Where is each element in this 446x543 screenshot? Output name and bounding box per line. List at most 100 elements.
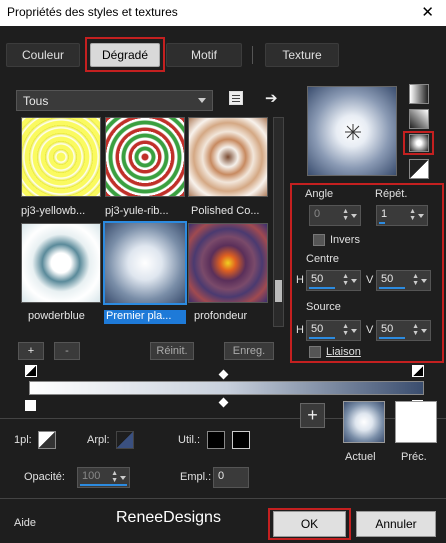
center-crosshair-icon xyxy=(345,124,361,140)
style-rectangular-icon[interactable] xyxy=(409,109,429,129)
footer-divider xyxy=(0,498,446,499)
cancel-button[interactable]: Annuler xyxy=(356,511,436,537)
category-selected: Tous xyxy=(23,94,49,108)
center-h-level-bar xyxy=(309,287,335,289)
midpoint-top-icon[interactable] xyxy=(218,369,229,380)
chevron-down-icon[interactable] xyxy=(351,214,357,218)
midpoint-bottom-icon[interactable] xyxy=(218,397,229,408)
thumbnail-scrollbar[interactable] xyxy=(273,117,284,327)
add-stop-button[interactable]: + xyxy=(18,342,44,360)
spin-arrows-icon[interactable]: ▲ ▼ xyxy=(342,208,349,222)
gradient-thumb-yule[interactable] xyxy=(105,117,185,197)
watermark-text: ReneeDesigns xyxy=(116,509,221,526)
chevron-down-icon[interactable] xyxy=(418,214,424,218)
start-stop-marker-icon[interactable] xyxy=(25,365,37,377)
source-v-label: V xyxy=(366,324,374,336)
style-sunburst-icon[interactable] xyxy=(409,159,429,179)
chevron-down-icon[interactable] xyxy=(421,279,427,283)
gradient-thumb-premier[interactable] xyxy=(105,223,185,303)
plus-label: 1pl: xyxy=(14,434,32,446)
center-v-level-bar xyxy=(379,287,405,289)
source-h-spinner[interactable]: 50 ▲ ▼ xyxy=(306,320,361,341)
source-v-spinner[interactable]: 50 ▲ ▼ xyxy=(376,320,431,341)
invert-label: Invers xyxy=(330,234,360,246)
remove-stop-button[interactable]: - xyxy=(54,342,80,360)
empl-field[interactable]: 0 xyxy=(213,467,249,488)
foreground-style-icon[interactable] xyxy=(38,431,56,449)
opacity-spinner[interactable]: 100 ▲ ▼ xyxy=(77,467,130,488)
spin-arrows-icon[interactable]: ▲ ▼ xyxy=(412,323,419,337)
help-link[interactable]: Aide xyxy=(14,517,36,529)
ok-button[interactable]: OK xyxy=(273,511,346,537)
chevron-down-icon[interactable] xyxy=(351,329,357,333)
scrollbar-thumb[interactable] xyxy=(275,280,282,302)
chevron-down-icon[interactable] xyxy=(421,329,427,333)
angle-label: Angle xyxy=(305,188,334,200)
link-label: Liaison xyxy=(326,346,361,358)
thumb-label: pj3-yellowb... xyxy=(21,205,86,217)
category-dropdown[interactable]: Tous xyxy=(16,90,213,111)
source-v-level-bar xyxy=(379,337,405,339)
spin-arrows-icon[interactable]: ▲ ▼ xyxy=(342,273,349,287)
title-bar: Propriétés des styles et textures ✕ xyxy=(0,0,446,26)
thumb-label: profondeur xyxy=(194,310,248,322)
opacity-level-bar xyxy=(80,484,127,486)
save-button[interactable]: Enreg. xyxy=(224,342,274,360)
util-label: Util.: xyxy=(178,434,200,446)
thumb-label-selected: Premier pla... xyxy=(104,310,186,324)
close-icon[interactable]: ✕ xyxy=(421,3,434,21)
start-color-stop-icon[interactable] xyxy=(25,400,36,411)
spin-arrows-icon[interactable]: ▲ ▼ xyxy=(342,323,349,337)
util-color-second-icon[interactable] xyxy=(232,431,250,449)
add-swatch-button[interactable]: + xyxy=(300,403,325,428)
window-title: Propriétés des styles et textures xyxy=(7,5,178,19)
reset-button[interactable]: Réinit. xyxy=(150,342,194,360)
background-style-icon[interactable] xyxy=(116,431,134,449)
gradient-thumb-polished[interactable] xyxy=(188,117,268,197)
tab-divider xyxy=(252,46,253,64)
previous-swatch[interactable] xyxy=(395,401,437,443)
tab-motif[interactable]: Motif xyxy=(166,43,242,67)
center-h-spinner[interactable]: 50 ▲ ▼ xyxy=(306,270,361,291)
gradient-bar[interactable] xyxy=(29,381,424,395)
thumb-label: Polished Co... xyxy=(191,205,260,217)
center-h-label: H xyxy=(296,274,304,286)
library-icon[interactable] xyxy=(229,91,243,105)
source-h-label: H xyxy=(296,324,304,336)
center-label: Centre xyxy=(306,253,340,265)
gradient-preview[interactable] xyxy=(307,86,397,176)
style-linear-icon[interactable] xyxy=(409,84,429,104)
tab-texture[interactable]: Texture xyxy=(265,43,339,67)
spin-arrows-icon[interactable]: ▲ ▼ xyxy=(412,273,419,287)
angle-spinner[interactable]: 0 ▲ ▼ xyxy=(309,205,361,226)
style-radial-icon[interactable] xyxy=(409,134,429,152)
arrow-right-icon[interactable]: ➔ xyxy=(265,89,278,107)
chevron-down-icon[interactable] xyxy=(351,279,357,283)
source-label: Source xyxy=(306,301,341,313)
center-v-label: V xyxy=(366,274,374,286)
current-label: Actuel xyxy=(345,451,376,463)
chevron-down-icon[interactable] xyxy=(120,476,126,480)
source-h-level-bar xyxy=(309,337,335,339)
spin-arrows-icon[interactable]: ▲ ▼ xyxy=(409,208,416,222)
empl-label: Empl.: xyxy=(180,471,212,483)
opacity-label: Opacité: xyxy=(24,471,65,483)
current-swatch[interactable] xyxy=(343,401,385,443)
repeat-label: Répét. xyxy=(375,188,408,200)
link-checkbox[interactable] xyxy=(309,346,321,358)
center-v-spinner[interactable]: 50 ▲ ▼ xyxy=(376,270,431,291)
repeat-level-bar xyxy=(379,222,385,224)
tab-couleur[interactable]: Couleur xyxy=(6,43,80,67)
previous-label: Préc. xyxy=(401,451,427,463)
gradient-thumb-yellow[interactable] xyxy=(21,117,101,197)
end-stop-marker-icon[interactable] xyxy=(412,365,424,377)
repeat-spinner[interactable]: 1 ▲ ▼ xyxy=(376,205,428,226)
util-color-black-icon[interactable] xyxy=(207,431,225,449)
spin-arrows-icon[interactable]: ▲ ▼ xyxy=(111,470,118,484)
chevron-down-icon xyxy=(198,98,206,103)
gradient-thumb-powderblue[interactable] xyxy=(21,223,101,303)
thumb-label: pj3-yule-rib... xyxy=(105,205,169,217)
gradient-thumb-profondeur[interactable] xyxy=(188,223,268,303)
tab-degrade[interactable]: Dégradé xyxy=(90,43,160,67)
invert-checkbox[interactable] xyxy=(313,234,325,246)
